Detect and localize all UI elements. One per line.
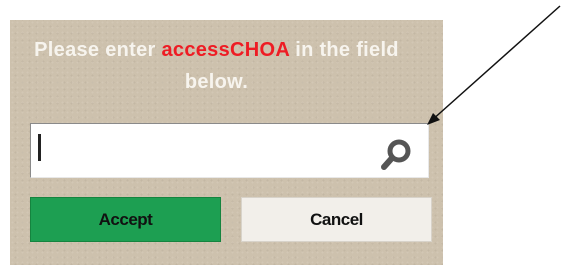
screenshot-stage: Please enter accessCHOA in the field bel… (0, 0, 572, 265)
text-caret (38, 134, 41, 161)
instruction-prefix: Please enter (34, 39, 162, 61)
accept-button[interactable]: Accept (30, 197, 221, 242)
search-icon[interactable] (379, 138, 413, 172)
cancel-button[interactable]: Cancel (241, 197, 432, 242)
instruction-text: Please enter accessCHOA in the field bel… (30, 34, 403, 98)
access-code-text: accessCHOA (161, 39, 290, 61)
access-code-input[interactable] (30, 123, 429, 178)
